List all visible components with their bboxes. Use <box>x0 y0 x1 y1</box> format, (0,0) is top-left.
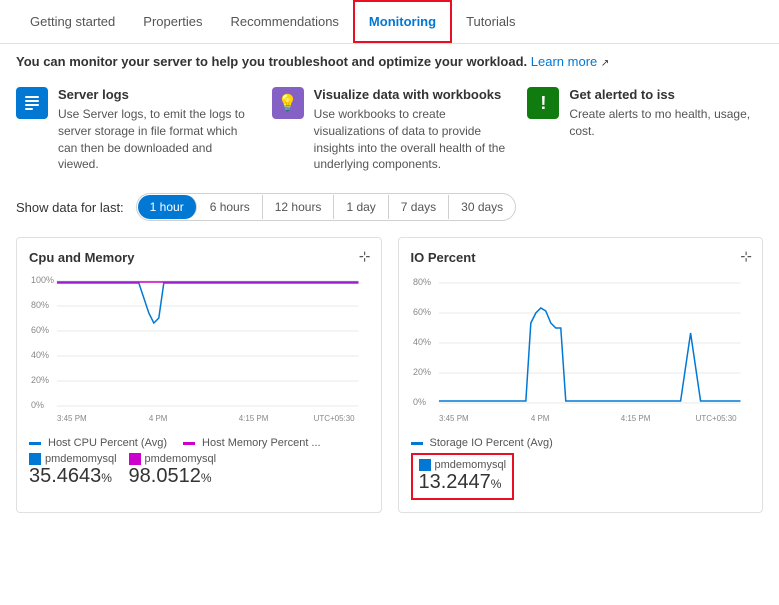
svg-text:3:45 PM: 3:45 PM <box>438 414 468 423</box>
feature-card-workbooks: 💡 Visualize data with workbooks Use work… <box>272 87 508 173</box>
time-pills: 1 hour 6 hours 12 hours 1 day 7 days 30 … <box>136 193 517 221</box>
learn-more-link[interactable]: Learn more <box>531 54 597 69</box>
time-pill-7days[interactable]: 7 days <box>389 195 449 219</box>
svg-text:40%: 40% <box>412 337 430 347</box>
memory-metric-box: pmdemomysql 98.0512% <box>129 453 217 488</box>
svg-text:0%: 0% <box>412 397 425 407</box>
server-logs-text: Server logs Use Server logs, to emit the… <box>58 87 252 173</box>
charts-grid: Cpu and Memory ⊹ 100% 80% 60% 40% 20% 0%… <box>0 229 779 529</box>
feature-card-server-logs: Server logs Use Server logs, to emit the… <box>16 87 252 173</box>
cpu-memory-title: Cpu and Memory <box>29 250 369 265</box>
nav-recommendations[interactable]: Recommendations <box>217 2 353 41</box>
nav-getting-started[interactable]: Getting started <box>16 2 129 41</box>
svg-text:4 PM: 4 PM <box>530 414 549 423</box>
svg-text:4:15 PM: 4:15 PM <box>620 414 650 423</box>
svg-text:3:45 PM: 3:45 PM <box>57 414 87 423</box>
svg-text:100%: 100% <box>31 275 54 285</box>
io-percent-legend: Storage IO Percent (Avg) <box>411 437 751 449</box>
workbooks-icon: 💡 <box>272 87 304 119</box>
memory-metric-value: 98.0512% <box>129 465 217 488</box>
server-logs-icon <box>16 87 48 119</box>
io-metrics: pmdemomysql 13.2447% <box>411 453 751 500</box>
svg-text:4:15 PM: 4:15 PM <box>239 414 269 423</box>
cpu-memory-metrics: pmdemomysql 35.4643% pmdemomysql 98.0512… <box>29 453 369 488</box>
io-percent-chart: 80% 60% 40% 20% 0% 3:45 PM 4 PM 4:15 PM … <box>411 273 751 428</box>
nav-monitoring[interactable]: Monitoring <box>353 0 452 43</box>
legend-memory: Host Memory Percent ... <box>183 437 321 449</box>
io-metric-box: pmdemomysql 13.2447% <box>411 453 515 500</box>
svg-text:80%: 80% <box>31 300 49 310</box>
cpu-metric-value: 35.4643% <box>29 465 117 488</box>
alerts-title: Get alerted to iss <box>569 87 763 102</box>
alerts-icon: ! <box>527 87 559 119</box>
workbooks-text: Visualize data with workbooks Use workbo… <box>314 87 508 173</box>
svg-text:0%: 0% <box>31 400 44 410</box>
nav-tutorials[interactable]: Tutorials <box>452 2 529 41</box>
svg-text:UTC+05:30: UTC+05:30 <box>314 414 356 423</box>
io-percent-chart-card: IO Percent ⊹ 80% 60% 40% 20% 0% 3:45 PM … <box>398 237 764 513</box>
cpu-metric-label: pmdemomysql <box>45 453 117 465</box>
svg-text:40%: 40% <box>31 350 49 360</box>
svg-text:20%: 20% <box>31 375 49 385</box>
cpu-memory-chart-card: Cpu and Memory ⊹ 100% 80% 60% 40% 20% 0%… <box>16 237 382 513</box>
nav-properties[interactable]: Properties <box>129 2 216 41</box>
svg-text:4 PM: 4 PM <box>149 414 168 423</box>
server-logs-desc: Use Server logs, to emit the logs to ser… <box>58 106 252 173</box>
io-metric-label: pmdemomysql <box>435 459 507 471</box>
info-bar: You can monitor your server to help you … <box>0 44 779 79</box>
memory-metric-label: pmdemomysql <box>145 453 217 465</box>
time-pill-6hours[interactable]: 6 hours <box>198 195 263 219</box>
alerts-desc: Create alerts to mo health, usage, cost. <box>569 106 763 140</box>
time-filter: Show data for last: 1 hour 6 hours 12 ho… <box>0 185 779 229</box>
svg-text:60%: 60% <box>412 307 430 317</box>
legend-memory-label: Host Memory Percent ... <box>202 437 321 449</box>
time-pill-30days[interactable]: 30 days <box>449 195 515 219</box>
workbooks-desc: Use workbooks to create visualizations o… <box>314 106 508 173</box>
io-percent-title: IO Percent <box>411 250 751 265</box>
legend-cpu-label: Host CPU Percent (Avg) <box>48 437 167 449</box>
legend-io-label: Storage IO Percent (Avg) <box>430 437 553 449</box>
workbooks-title: Visualize data with workbooks <box>314 87 508 102</box>
svg-text:80%: 80% <box>412 277 430 287</box>
feature-cards: Server logs Use Server logs, to emit the… <box>0 79 779 185</box>
time-filter-label: Show data for last: <box>16 200 124 215</box>
cpu-memory-chart: 100% 80% 60% 40% 20% 0% 3:45 PM 4 PM 4:1… <box>29 273 369 428</box>
svg-text:UTC+05:30: UTC+05:30 <box>695 414 737 423</box>
io-metric-value: 13.2447% <box>419 471 507 494</box>
server-logs-title: Server logs <box>58 87 252 102</box>
svg-text:20%: 20% <box>412 367 430 377</box>
feature-card-alerts: ! Get alerted to iss Create alerts to mo… <box>527 87 763 173</box>
cpu-memory-pin-icon[interactable]: ⊹ <box>359 248 371 265</box>
nav-bar: Getting started Properties Recommendatio… <box>0 0 779 44</box>
legend-cpu: Host CPU Percent (Avg) <box>29 437 167 449</box>
alerts-text: Get alerted to iss Create alerts to mo h… <box>569 87 763 140</box>
legend-io: Storage IO Percent (Avg) <box>411 437 553 449</box>
cpu-metric-box: pmdemomysql 35.4643% <box>29 453 117 488</box>
time-pill-12hours[interactable]: 12 hours <box>263 195 335 219</box>
cpu-memory-legend: Host CPU Percent (Avg) Host Memory Perce… <box>29 437 369 449</box>
io-percent-pin-icon[interactable]: ⊹ <box>740 248 752 265</box>
time-pill-1hour[interactable]: 1 hour <box>138 195 197 219</box>
time-pill-1day[interactable]: 1 day <box>334 195 388 219</box>
info-text: You can monitor your server to help you … <box>16 54 527 69</box>
external-link-icon: ↗ <box>601 58 609 69</box>
svg-text:60%: 60% <box>31 325 49 335</box>
